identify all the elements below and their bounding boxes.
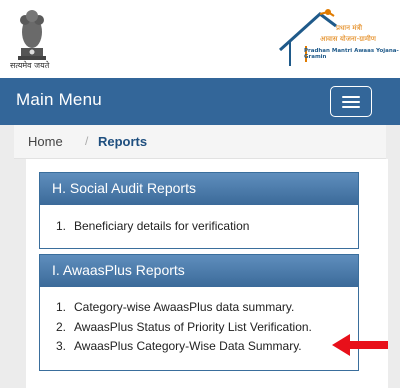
pmay-hindi-line-1: प्रधान मंत्री: [336, 24, 363, 32]
report-link-label: AwaasPlus Category-Wise Data Summary.: [74, 339, 302, 353]
breadcrumb-separator: /: [85, 134, 89, 148]
pmay-english-line: Pradhan Mantri Awaas Yojana-Gramin: [304, 48, 399, 60]
item-number: 3.: [56, 339, 67, 353]
report-link-label: AwaasPlus Status of Priority List Verifi…: [74, 320, 312, 334]
pmay-hindi-line-2: आवास योजना-ग्रामीण: [320, 35, 376, 43]
report-link-label: Beneficiary details for verification: [74, 219, 250, 233]
site-header: सत्यमेव जयते प्रधान मंत्री आवास योजना-ग्…: [0, 0, 400, 78]
breadcrumb-home-link[interactable]: Home: [28, 134, 63, 149]
item-number: 1.: [56, 219, 67, 233]
report-link-label: Category-wise AwaasPlus data summary.: [74, 300, 295, 314]
report-link[interactable]: 2. AwaasPlus Status of Priority List Veri…: [56, 320, 312, 334]
navbar: Main Menu: [0, 78, 400, 125]
report-link[interactable]: 1. Beneficiary details for verification: [56, 219, 249, 233]
item-number: 2.: [56, 320, 67, 334]
item-number: 1.: [56, 300, 67, 314]
emblem-caption: सत्यमेव जयते: [10, 61, 50, 70]
menu-toggle-button[interactable]: [330, 86, 372, 117]
report-link[interactable]: 1. Category-wise AwaasPlus data summary.: [56, 300, 294, 314]
panel-heading: H. Social Audit Reports: [40, 173, 358, 205]
social-audit-reports-panel: H. Social Audit Reports 1. Beneficiary de…: [39, 172, 359, 249]
panel-title: I. AwaasPlus Reports: [52, 262, 185, 278]
report-link[interactable]: 3. AwaasPlus Category-Wise Data Summary.: [56, 339, 302, 353]
red-arrow-icon: [332, 334, 388, 356]
awaasplus-reports-panel: I. AwaasPlus Reports 1. Category-wise Awa…: [39, 254, 359, 371]
breadcrumb-current: Reports: [98, 134, 148, 149]
panel-title: H. Social Audit Reports: [52, 180, 196, 196]
panel-heading: I. AwaasPlus Reports: [40, 255, 358, 287]
breadcrumb: Home / Reports: [14, 125, 386, 159]
navbar-title[interactable]: Main Menu: [16, 90, 102, 110]
